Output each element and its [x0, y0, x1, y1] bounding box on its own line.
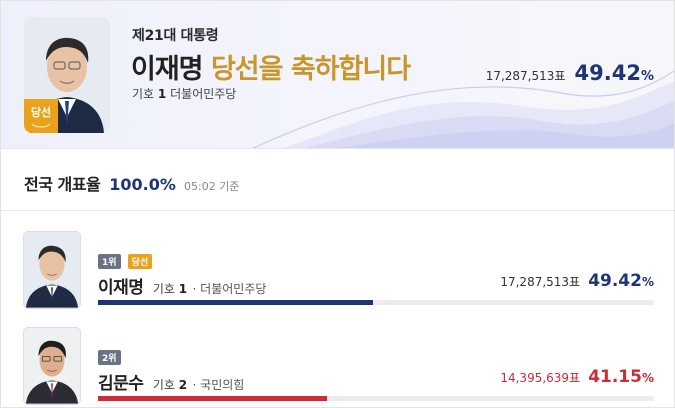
- winner-name: 이재명: [131, 54, 204, 85]
- count-rate-label: 전국 개표율: [24, 175, 101, 194]
- vote-share-bar: [98, 396, 654, 401]
- elected-badge: 당선: [127, 254, 153, 269]
- banner-title: 이재명 당선을 축하합니다: [131, 47, 411, 86]
- percent-sign: %: [641, 275, 654, 289]
- candidate-number-line: 기호 2: [153, 378, 187, 392]
- winner-banner[interactable]: 당선 제21대 대통령 이재명 당선을 축하합니다 기호 1 더불어민주당 17…: [1, 1, 674, 149]
- election-result-widget: 당선 제21대 대통령 이재명 당선을 축하합니다 기호 1 더불어민주당 17…: [0, 0, 675, 408]
- rank-badge: 1위: [98, 254, 121, 269]
- vote-share-bar: [98, 300, 654, 305]
- candidate-photo: [23, 327, 81, 405]
- candidate-name: 김문수: [98, 374, 144, 394]
- candidate-name-line: 이재명 기호 1 · 더불어민주당: [98, 273, 266, 298]
- candidate-row[interactable]: 2위 김문수 기호 2 · 국민의힘 14,395,639표 41.15%: [1, 327, 674, 407]
- vote-percent: 49.42: [588, 271, 642, 291]
- congrats-text: 당선을 축하합니다: [210, 54, 411, 85]
- vote-count: 17,287,513표: [500, 275, 581, 289]
- candidate-photo: [23, 231, 81, 309]
- vote-share-fill: [98, 300, 373, 305]
- count-rate: 전국 개표율 100.0% 05:02 기준: [24, 171, 239, 195]
- rank-badge: 2위: [98, 350, 121, 365]
- winner-meta: 기호 1 더불어민주당: [132, 85, 236, 102]
- party-name: · 국민의힘: [192, 378, 245, 392]
- candidate-tags: 1위 당선: [98, 251, 154, 270]
- candidate-number: 1: [157, 87, 167, 101]
- candidate-name-line: 김문수 기호 2 · 국민의힘: [98, 369, 244, 394]
- candidate-vote-summary: 14,395,639표 41.15%: [500, 367, 654, 387]
- candidate-vote-summary: 17,287,513표 49.42%: [500, 271, 654, 291]
- percent-sign: %: [641, 371, 654, 385]
- party-name: · 더불어민주당: [192, 282, 267, 296]
- vote-count: 17,287,513표: [485, 69, 566, 83]
- candidate-row[interactable]: 1위 당선 이재명 기호 1 · 더불어민주당 17,287,513표 49.4…: [1, 231, 674, 311]
- candidate-tags: 2위: [98, 347, 123, 366]
- count-rate-value: 100.0%: [109, 175, 176, 194]
- count-rate-time: 05:02 기준: [184, 180, 240, 193]
- vote-percent: 49.42: [574, 61, 641, 85]
- percent-sign: %: [640, 69, 654, 84]
- number-label: 기호: [152, 282, 175, 296]
- vote-count: 14,395,639표: [500, 371, 581, 385]
- number-label: 기호: [132, 87, 155, 101]
- candidate-number: 1: [178, 282, 188, 296]
- section-divider: [1, 210, 674, 211]
- party-name: 더불어민주당: [170, 87, 237, 101]
- candidate-name: 이재명: [98, 278, 144, 298]
- number-label: 기호: [152, 378, 175, 392]
- vote-share-fill: [98, 396, 327, 401]
- vote-percent: 41.15: [588, 367, 642, 387]
- banner-subtitle: 제21대 대통령: [132, 28, 219, 44]
- candidate-number: 2: [178, 378, 188, 392]
- elected-badge-label: 당선: [30, 106, 52, 119]
- candidate-number-line: 기호 1: [153, 282, 187, 296]
- winner-vote-summary: 17,287,513표 49.42%: [486, 61, 654, 85]
